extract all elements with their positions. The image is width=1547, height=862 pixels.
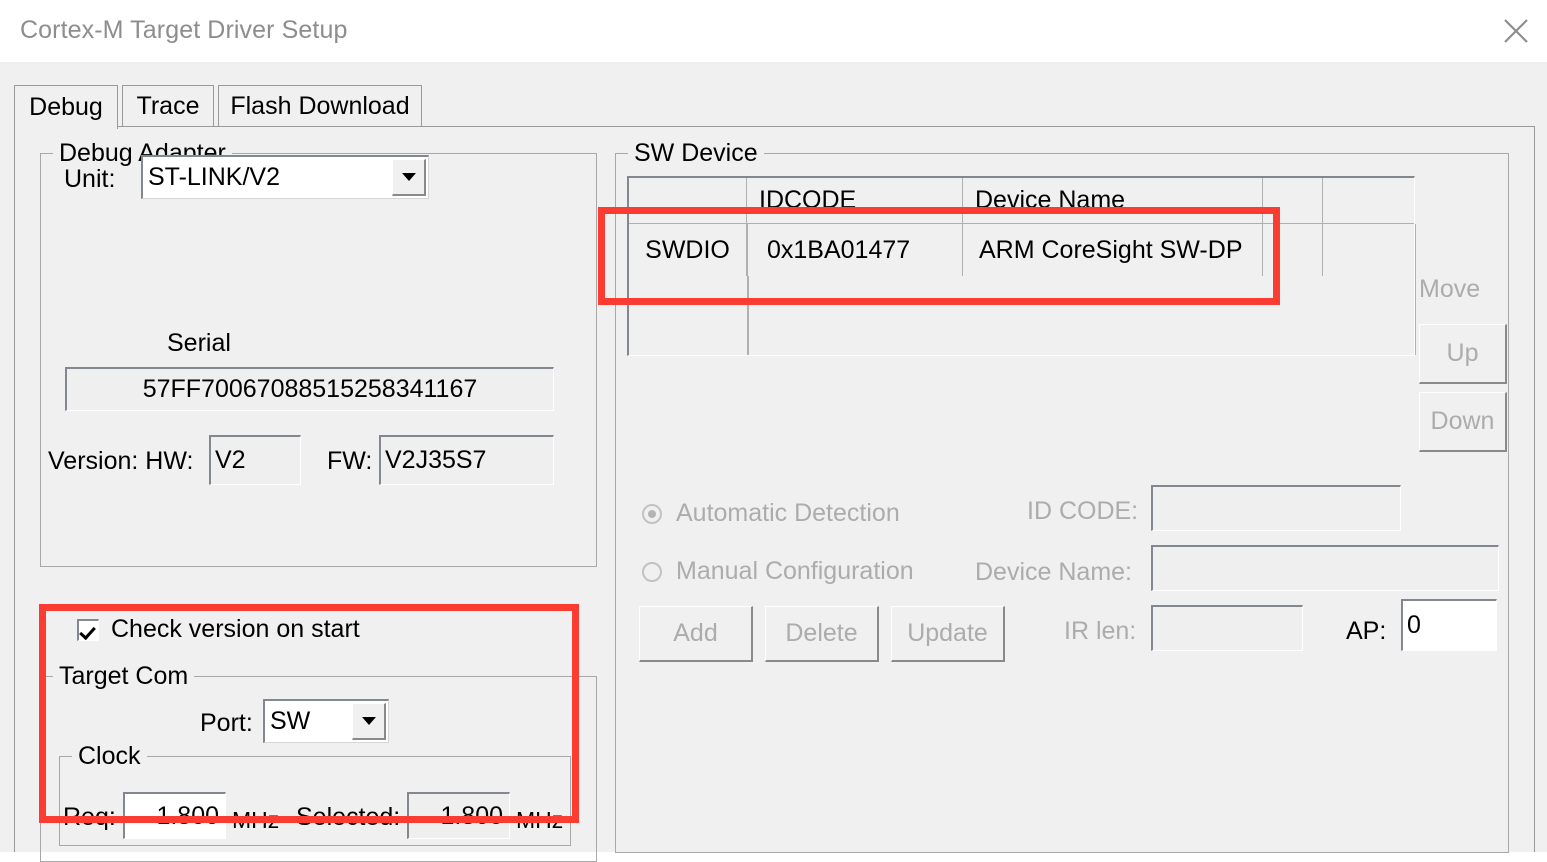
- manual-configuration-label: Manual Configuration: [676, 557, 914, 585]
- title-bar: Cortex-M Target Driver Setup: [0, 0, 1547, 62]
- target-com-legend: Target Com: [53, 662, 195, 691]
- chevron-down-icon[interactable]: [352, 703, 386, 740]
- device-name-field[interactable]: [1151, 545, 1499, 591]
- fw-version-field: V2J35S7: [379, 435, 554, 485]
- unit-label: Unit:: [64, 165, 116, 193]
- ap-label: AP:: [1346, 617, 1387, 645]
- move-up-label: Up: [1446, 339, 1479, 367]
- move-label: Move: [1419, 275, 1481, 303]
- move-down-button[interactable]: Down: [1419, 392, 1507, 452]
- id-code-label: ID CODE:: [1027, 497, 1139, 525]
- selected-label: Selected:: [296, 803, 401, 831]
- chevron-down-icon[interactable]: [392, 159, 426, 196]
- table-grid-line: [1415, 224, 1416, 355]
- selected-unit-label: MHz: [516, 807, 564, 833]
- version-hw-label: Version: HW:: [48, 447, 194, 475]
- cell-port: SWDIO: [629, 224, 747, 276]
- update-button[interactable]: Update: [891, 606, 1005, 662]
- sw-device-table[interactable]: IDCODE Device Name SWDIO 0x1BA01477 ARM …: [627, 176, 1416, 356]
- radio-dot-icon: [642, 503, 662, 524]
- req-clock-input[interactable]: 1.800: [123, 792, 226, 839]
- ap-input[interactable]: 0: [1401, 599, 1497, 651]
- ap-value: 0: [1407, 611, 1421, 639]
- delete-button-label: Delete: [785, 619, 858, 647]
- hw-version-field: V2: [209, 435, 301, 485]
- update-button-label: Update: [907, 619, 988, 647]
- port-label: Port:: [200, 709, 253, 737]
- header-cell-device-name: Device Name: [963, 178, 1263, 224]
- selected-clock-value: 1.800: [440, 801, 503, 830]
- cell-device-name: ARM CoreSight SW-DP: [963, 224, 1263, 276]
- tab-flash-download[interactable]: Flash Download: [218, 85, 422, 127]
- serial-label: Serial: [167, 329, 231, 357]
- port-combobox-value: SW: [270, 707, 311, 735]
- selected-clock-field: 1.800: [407, 792, 510, 839]
- serial-value: 57FF70067088515258341167: [142, 375, 478, 403]
- clock-legend: Clock: [72, 742, 147, 771]
- ir-len-label: IR len:: [1064, 617, 1137, 645]
- add-button[interactable]: Add: [639, 606, 753, 662]
- header-cell-extra: [1263, 178, 1323, 224]
- cell-device-name-value: ARM CoreSight SW-DP: [979, 235, 1243, 264]
- sw-device-legend: SW Device: [628, 139, 764, 168]
- id-code-field[interactable]: [1151, 485, 1401, 531]
- ir-len-field[interactable]: [1151, 605, 1303, 651]
- manual-configuration-radio[interactable]: Manual Configuration: [642, 557, 914, 586]
- tab-panel-debug: Debug Adapter Unit: ST-LINK/V2 Serial 57…: [14, 126, 1535, 862]
- tab-debug-label: Debug: [29, 93, 103, 121]
- tab-debug[interactable]: Debug: [14, 85, 118, 129]
- fw-label: FW:: [327, 447, 373, 475]
- req-label: Req:: [63, 803, 116, 831]
- cell-idcode-value: 0x1BA01477: [767, 235, 911, 264]
- header-cell-port: [629, 178, 747, 224]
- table-header-row: IDCODE Device Name: [629, 178, 1414, 224]
- tab-flash-download-label: Flash Download: [230, 92, 410, 120]
- add-button-label: Add: [673, 619, 718, 647]
- unit-combobox-value: ST-LINK/V2: [148, 163, 280, 191]
- req-clock-value: 1.800: [156, 801, 219, 830]
- hw-version-value: V2: [215, 446, 246, 474]
- tab-trace-label: Trace: [136, 92, 200, 120]
- automatic-detection-radio[interactable]: Automatic Detection: [642, 499, 900, 528]
- check-version-on-start-checkbox[interactable]: Check version on start: [77, 615, 360, 644]
- checkbox-box-icon: [77, 618, 99, 641]
- req-unit-label: MHz: [232, 807, 280, 833]
- window-title: Cortex-M Target Driver Setup: [20, 16, 348, 44]
- automatic-detection-label: Automatic Detection: [676, 499, 900, 527]
- check-version-on-start-label: Check version on start: [111, 615, 360, 643]
- tab-trace[interactable]: Trace: [122, 85, 214, 127]
- cell-idcode: 0x1BA01477: [747, 224, 963, 276]
- dialog-client-area: Debug Trace Flash Download Debug Adapter…: [0, 62, 1547, 862]
- serial-field: 57FF70067088515258341167: [65, 367, 554, 411]
- move-down-label: Down: [1430, 407, 1495, 435]
- unit-combobox[interactable]: ST-LINK/V2: [141, 155, 429, 199]
- port-combobox[interactable]: SW: [263, 699, 389, 743]
- cell-filler: [1323, 224, 1414, 276]
- header-cell-filler: [1323, 178, 1414, 224]
- cell-extra: [1263, 224, 1323, 276]
- close-icon[interactable]: [1485, 0, 1547, 62]
- header-cell-idcode: IDCODE: [747, 178, 963, 224]
- move-up-button[interactable]: Up: [1419, 324, 1507, 384]
- delete-button[interactable]: Delete: [765, 606, 879, 662]
- device-name-label: Device Name:: [975, 558, 1132, 586]
- fw-version-value: V2J35S7: [385, 446, 487, 474]
- debug-adapter-group: Debug Adapter: [40, 139, 597, 567]
- radio-dot-icon: [642, 561, 662, 582]
- table-grid-line: [748, 276, 749, 355]
